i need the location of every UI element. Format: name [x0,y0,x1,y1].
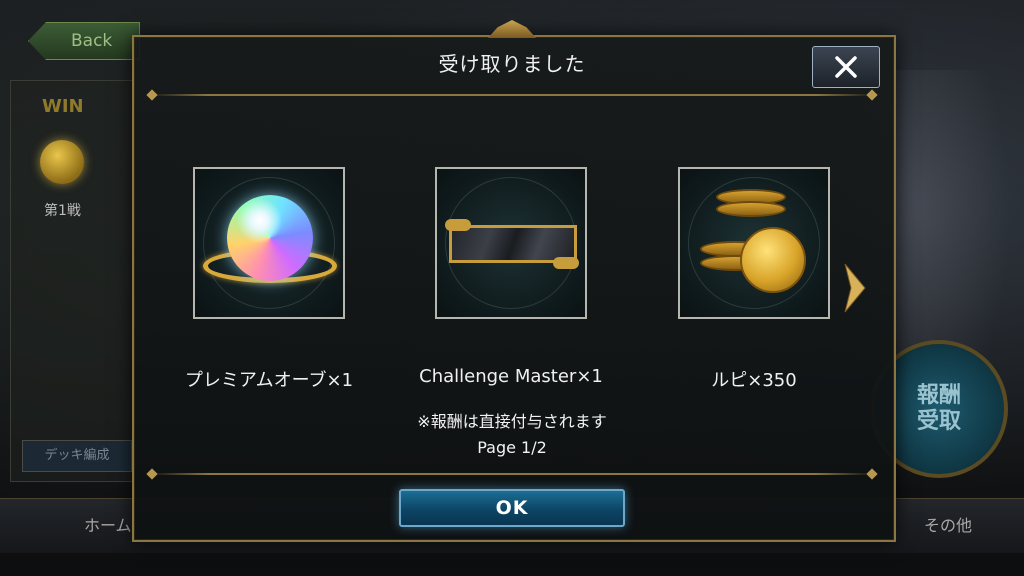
ok-button[interactable]: OK [399,489,625,527]
back-button[interactable]: Back [28,22,140,60]
frame-ornament [445,219,471,231]
win-label: WIN [42,96,84,117]
reward-note: ※報酬は直接付与されます [417,412,607,431]
reward-label: Challenge Master×1 [419,366,603,387]
reward-label: ルピ×350 [711,370,797,391]
premium-orb-icon [227,195,313,281]
frame-ornament [553,257,579,269]
dialog-title: 受け取りました [438,52,586,76]
reward-label: プレミアムオーブ×1 [184,370,354,391]
reward-card-emblem [435,167,587,319]
close-button[interactable] [812,46,880,88]
close-icon [835,56,857,78]
nav-home[interactable]: ホーム [84,512,132,536]
deck-edit-button[interactable]: デッキ編成 [22,440,132,472]
match-panel [10,80,134,482]
reward-card-orb [193,167,345,319]
page-indicator: Page 1/2 [477,438,547,457]
title-divider [150,94,874,96]
battle-label: 第1戦 [44,203,81,219]
rupee-coins-icon [740,227,806,293]
reward-card-rupee [678,167,830,319]
coin-stack [716,201,786,217]
footer-divider [150,473,874,475]
win-medal-icon [40,140,84,184]
reward-claim-label-1: 報酬 [916,383,961,408]
reward-claim-label-2: 受取 [916,409,961,434]
next-page-arrow-icon[interactable] [842,262,868,314]
nav-other[interactable]: その他 [924,512,972,536]
